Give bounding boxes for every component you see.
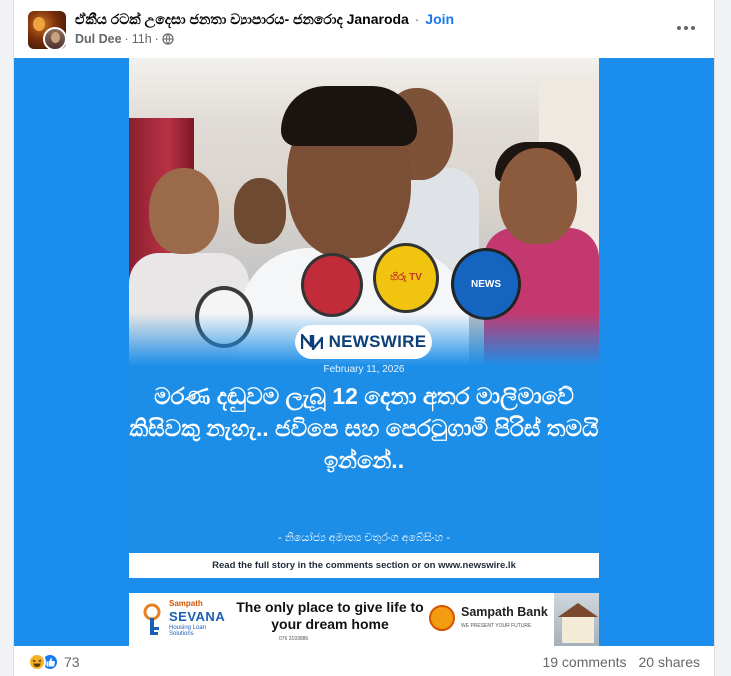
read-more-bar: Read the full story in the comments sect… [129, 553, 599, 578]
newswire-badge: NEWSWIRE [295, 325, 432, 359]
join-group-link[interactable]: Join [425, 11, 454, 27]
shares-count-link[interactable]: 20 shares [639, 654, 700, 670]
house-photo [554, 593, 599, 646]
news-byline: - නියෝජ්‍ය අමාත්‍ය චතුරංග අබේසිංහ - [278, 532, 450, 544]
key-house-icon [143, 603, 161, 635]
more-dot [691, 26, 695, 30]
author-avatar-face [51, 32, 60, 43]
hair [281, 86, 417, 146]
post-meta: Dul Dee · 11h · [75, 32, 174, 46]
title-separator: · [414, 11, 420, 27]
more-horizontal-icon[interactable] [672, 16, 700, 40]
news-card-image[interactable]: හිරු TV NEWS NEWSWIRE February 11, 2026 … [129, 58, 599, 578]
ad-phone: 076 3193886 [279, 636, 309, 642]
news-headline: මරණ දඬුවම ලැබූ 12 දෙනා අතර මාලිමාවේ කිසි… [129, 383, 599, 473]
post-stats: 19 comments 20 shares [542, 654, 700, 670]
more-dot [677, 26, 681, 30]
microphone-icon: NEWS [451, 248, 521, 320]
news-date: February 11, 2026 [323, 364, 405, 375]
feed-post: ඒකීය රටක් උදෙසා ජනතා ව්‍යාපාරය- ජනරොද Ja… [13, 0, 715, 676]
mic-label: හිරු TV [390, 272, 422, 283]
head [149, 168, 219, 254]
post-footer: 73 19 comments 20 shares [14, 646, 714, 676]
microphone-icon: හිරු TV [373, 243, 439, 313]
comments-count-link[interactable]: 19 comments [542, 654, 626, 670]
bank-tagline: WE PRESENT YOUR FUTURE [461, 623, 532, 629]
house-walls [562, 617, 594, 643]
head [499, 148, 577, 244]
group-avatar-flare [33, 17, 45, 31]
meta-separator: · [124, 32, 129, 46]
ad-slogan: The only place to give life to your drea… [236, 599, 424, 632]
reaction-count[interactable]: 73 [64, 654, 80, 670]
group-name-link[interactable]: ඒකීය රටක් උදෙසා ජනතා ව්‍යාපාරය- ජනරොද Ja… [75, 11, 409, 27]
reaction-summary[interactable]: 73 [28, 653, 80, 671]
post-header: ඒකීය රටක් උදෙසා ජනතා ව්‍යාපාරය- ජනරොද Ja… [14, 0, 714, 58]
author-name-link[interactable]: Dul Dee [75, 32, 122, 46]
bank-emblem-icon [429, 605, 455, 631]
post-media[interactable]: හිරු TV NEWS NEWSWIRE February 11, 2026 … [14, 58, 714, 646]
sevana-brand-sub: Housing Loan Solutions [169, 625, 207, 637]
mic-label: NEWS [471, 279, 501, 290]
bank-logo: Sampath Bank WE PRESENT YOUR FUTURE [429, 601, 549, 637]
microphone-icon [301, 253, 363, 317]
newswire-logo-icon [300, 334, 323, 350]
head [234, 178, 286, 244]
house-roof [558, 603, 598, 617]
group-title-line: ඒකීය රටක් උදෙසා ජනතා ව්‍යාපාරය- ජනරොද Ja… [75, 11, 454, 28]
ad-banner[interactable]: Sampath SEVANA Housing Loan Solutions Th… [129, 593, 599, 646]
newswire-label: NEWSWIRE [328, 332, 427, 351]
sevana-brand-name: SEVANA [169, 609, 226, 624]
sevana-logo: Sampath SEVANA Housing Loan Solutions [137, 599, 227, 641]
haha-face [32, 659, 42, 667]
globe-icon [162, 33, 174, 45]
meta-separator-2: · [154, 32, 159, 46]
haha-icon [28, 653, 46, 671]
bank-name: Sampath Bank [461, 605, 548, 619]
post-timestamp-link[interactable]: 11h [132, 32, 152, 46]
more-dot [684, 26, 688, 30]
author-avatar[interactable] [43, 27, 67, 51]
sevana-brand-top: Sampath [169, 599, 203, 608]
